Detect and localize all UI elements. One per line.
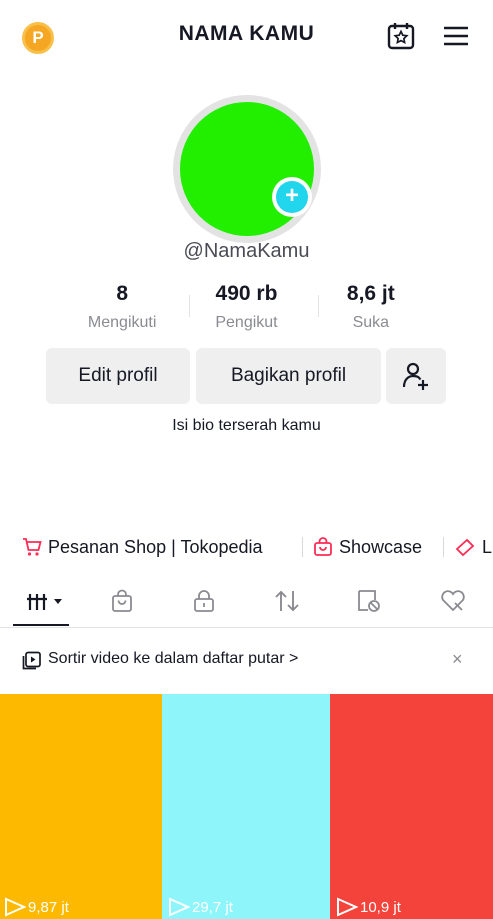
tab-liked[interactable] — [436, 586, 470, 616]
add-friend-button[interactable] — [386, 348, 446, 404]
shop-link-label: Showcase — [339, 536, 423, 557]
play-icon — [169, 897, 190, 917]
top-bar: P NAMA KAMU — [0, 0, 493, 72]
hamburger-menu-icon[interactable] — [442, 24, 470, 48]
share-profile-button[interactable]: Bagikan profil — [196, 348, 381, 404]
liked-heart-icon — [441, 590, 465, 612]
stat-value: 490 rb — [215, 282, 278, 305]
shop-bag-icon — [112, 589, 132, 612]
shop-links-row: Pesanan Shop | Tokopedia Showcase L — [0, 533, 493, 561]
divider — [443, 537, 444, 557]
shop-orders-link[interactable]: Pesanan Shop | Tokopedia — [22, 533, 263, 561]
view-count-text: 9,87 jt — [28, 898, 69, 916]
stat-label: Mengikuti — [87, 314, 157, 331]
view-count-text: 10,9 jt — [360, 898, 401, 916]
plus-icon: + — [276, 181, 308, 213]
stat-likes[interactable]: 8,6 jt Suka — [309, 282, 433, 338]
stats-row: 8 Mengikuti 490 rb Pengikut 8,6 jt Suka — [60, 282, 433, 338]
active-tab-indicator — [13, 624, 69, 626]
cart-icon — [23, 538, 42, 556]
ticket-icon — [455, 538, 475, 557]
more-shop-link[interactable]: L — [454, 533, 492, 561]
showcase-link[interactable]: Showcase — [313, 533, 422, 561]
divider — [189, 295, 190, 317]
divider — [302, 537, 303, 557]
add-friend-icon — [402, 362, 428, 390]
tab-videos[interactable] — [24, 586, 68, 616]
avatar[interactable]: + — [173, 95, 321, 243]
content-tabs — [0, 580, 493, 628]
tab-shop[interactable] — [105, 586, 139, 616]
video-thumbnail[interactable]: 29,7 jt — [162, 694, 330, 919]
play-icon — [337, 897, 358, 917]
divider — [318, 295, 319, 317]
video-thumbnail[interactable]: 9,87 jt — [0, 694, 162, 919]
close-icon[interactable]: × — [452, 649, 463, 670]
videos-grid-icon — [27, 594, 62, 610]
shop-link-label: Pesanan Shop | Tokopedia — [48, 536, 263, 557]
playlist-icon — [22, 651, 41, 670]
tab-reposts[interactable] — [270, 586, 304, 616]
stat-following[interactable]: 8 Mengikuti — [60, 282, 184, 338]
lock-icon — [194, 590, 214, 612]
tab-tagged[interactable] — [352, 586, 386, 616]
view-count: 29,7 jt — [168, 897, 233, 917]
stat-followers[interactable]: 490 rb Pengikut — [184, 282, 308, 338]
stat-value: 8,6 jt — [346, 282, 395, 305]
view-count-text: 29,7 jt — [192, 898, 233, 916]
view-count: 9,87 jt — [4, 897, 69, 917]
repost-icon — [275, 590, 299, 612]
tagged-icon — [358, 590, 380, 612]
view-count: 10,9 jt — [336, 897, 401, 917]
bio-text[interactable]: Isi bio terserah kamu — [0, 417, 493, 435]
tab-private[interactable] — [187, 586, 221, 616]
play-icon — [5, 897, 26, 917]
video-thumbnail[interactable]: 10,9 jt — [330, 694, 493, 919]
stat-label: Suka — [352, 314, 390, 331]
stat-value: 8 — [116, 282, 128, 305]
calendar-star-icon[interactable] — [386, 22, 416, 50]
page-title[interactable]: NAMA KAMU — [0, 22, 493, 46]
video-grid: 9,87 jt 29,7 jt 10,9 jt — [0, 694, 493, 919]
stat-label: Pengikut — [215, 314, 278, 331]
add-avatar-button[interactable]: + — [272, 177, 312, 217]
username: @NamaKamu — [183, 240, 310, 262]
edit-profile-button[interactable]: Edit profil — [46, 348, 190, 404]
sort-banner-text[interactable]: Sortir video ke dalam daftar putar > — [48, 650, 298, 668]
sort-banner[interactable]: Sortir video ke dalam daftar putar > × — [0, 640, 493, 680]
shopping-bag-icon — [314, 537, 332, 556]
shop-link-label: L — [482, 536, 493, 557]
